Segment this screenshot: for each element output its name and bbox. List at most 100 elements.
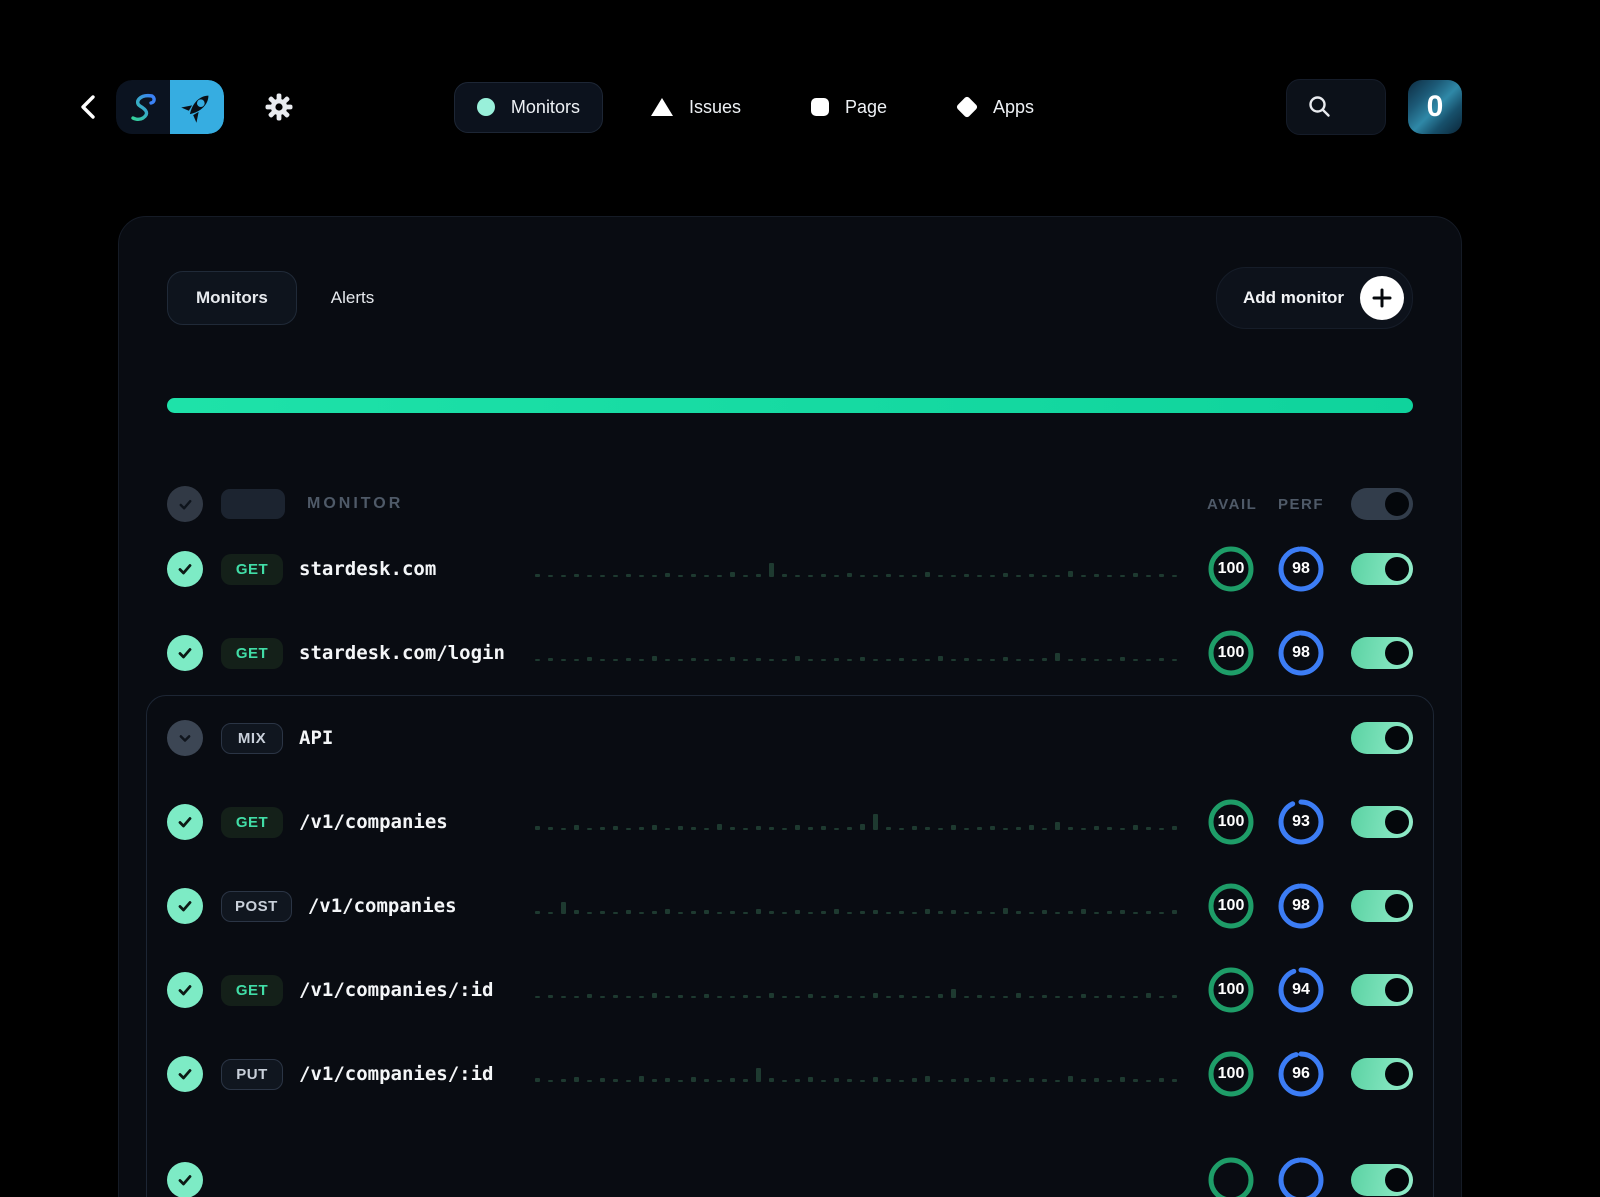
user-avatar[interactable]: 0 (1408, 80, 1462, 134)
score-rings: 100 93 (1207, 798, 1325, 846)
toggle-switch[interactable] (1351, 974, 1413, 1006)
navbar-right: 0 (1286, 79, 1462, 135)
avail-ring: 100 (1207, 545, 1255, 593)
ring-value: 98 (1277, 629, 1325, 677)
monitor-row[interactable]: PUT/v1/companies/:id10096 (167, 1032, 1413, 1116)
tab-monitors[interactable]: Monitors (167, 271, 297, 325)
status-check-icon (167, 972, 203, 1008)
toggle-switch[interactable] (1351, 890, 1413, 922)
tab-label: Alerts (331, 288, 374, 307)
app-root: Monitors Issues Page Apps (0, 0, 1600, 1197)
chevron-down-icon (175, 728, 195, 748)
search-button[interactable] (1286, 79, 1386, 135)
ring-value: 98 (1277, 882, 1325, 930)
rocket-icon (170, 80, 224, 134)
perf-ring: 93 (1277, 798, 1325, 846)
ring-value: 100 (1207, 629, 1255, 677)
monitor-column-label: MONITOR (307, 495, 403, 513)
toggle-knob (1385, 978, 1409, 1002)
group-monitor-rows: GET/v1/companies10093POST/v1/companies10… (167, 780, 1413, 1197)
apps-diamond-icon (956, 96, 979, 119)
ring-value: 94 (1277, 966, 1325, 1014)
toggle-knob (1385, 894, 1409, 918)
avail-ring: 100 (1207, 1050, 1255, 1098)
back-button[interactable] (72, 90, 106, 124)
settings-button[interactable] (262, 90, 296, 124)
table-header: MONITOR AVAIL PERF (167, 481, 1413, 527)
top-navbar: Monitors Issues Page Apps (0, 78, 1600, 136)
perf-ring: 98 (1277, 545, 1325, 593)
score-rings: 100 98 (1207, 545, 1325, 593)
status-check-icon (167, 888, 203, 924)
group-method-badge: MIX (221, 723, 283, 754)
score-rings: 100 98 (1207, 629, 1325, 677)
ring-value: 100 (1207, 798, 1255, 846)
uptime-progress-bar (167, 398, 1413, 413)
chevron-left-icon (76, 92, 102, 122)
avail-ring: 100 (1207, 798, 1255, 846)
score-rings (1207, 1156, 1325, 1197)
method-badge: POST (221, 891, 292, 922)
toggle-knob (1385, 557, 1409, 581)
ring-value: 100 (1207, 966, 1255, 1014)
toggle-switch[interactable] (1351, 1058, 1413, 1090)
status-check-icon (167, 635, 203, 671)
latency-sparkline (523, 1058, 1177, 1082)
toggle-knob (1385, 492, 1409, 516)
toggle-switch[interactable] (1351, 553, 1413, 585)
nav-item-label: Page (845, 97, 887, 118)
monitor-name: /v1/companies (308, 895, 457, 917)
add-monitor-button[interactable]: Add monitor (1216, 267, 1413, 329)
ring-value: 100 (1207, 1050, 1255, 1098)
latency-sparkline (487, 890, 1177, 914)
monitor-row[interactable]: GET/v1/companies10093 (167, 780, 1413, 864)
workspace-logo[interactable] (116, 80, 224, 134)
ring-value: 100 (1207, 882, 1255, 930)
monitor-group-api: MIX API GET/v1/companies10093POST/v1/com… (146, 695, 1434, 1197)
page-square-icon (811, 98, 829, 116)
status-check-icon (167, 1056, 203, 1092)
avail-ring: 100 (1207, 966, 1255, 1014)
tab-alerts[interactable]: Alerts (303, 272, 402, 324)
monitor-row[interactable]: GET/v1/companies/:id10094 (167, 948, 1413, 1032)
tab-label: Monitors (196, 288, 268, 307)
perf-ring: 98 (1277, 882, 1325, 930)
latency-sparkline (535, 637, 1177, 661)
primary-nav: Monitors Issues Page Apps (454, 82, 1056, 133)
ring-value: 100 (1207, 545, 1255, 593)
score-rings: 100 94 (1207, 966, 1325, 1014)
toggle-switch[interactable] (1351, 637, 1413, 669)
method-badge: GET (221, 638, 283, 669)
nav-item-apps[interactable]: Apps (935, 83, 1056, 132)
monitor-name: /v1/companies/:id (299, 979, 493, 1001)
nav-item-label: Apps (993, 97, 1034, 118)
perf-column-label: PERF (1277, 496, 1325, 513)
toggle-switch[interactable] (1351, 722, 1413, 754)
ring-value: 93 (1277, 798, 1325, 846)
collapse-group-button[interactable] (167, 720, 203, 756)
monitor-rows: GETstardesk.com10098GETstardesk.com/logi… (167, 527, 1413, 695)
nav-item-issues[interactable]: Issues (629, 83, 763, 132)
perf-ring: 98 (1277, 629, 1325, 677)
perf-ring: 96 (1277, 1050, 1325, 1098)
monitor-row[interactable]: GETstardesk.com10098 (167, 527, 1413, 611)
monitor-row[interactable]: GETstardesk.com/login10098 (167, 611, 1413, 695)
latency-sparkline (478, 806, 1177, 830)
monitor-row-partial[interactable] (167, 1138, 1413, 1197)
nav-item-page[interactable]: Page (789, 83, 909, 132)
group-name: API (299, 727, 333, 749)
plus-icon (1360, 276, 1404, 320)
perf-ring (1277, 1156, 1325, 1197)
toggle-knob (1385, 726, 1409, 750)
toggle-switch[interactable] (1351, 1164, 1413, 1196)
method-badge: GET (221, 554, 283, 585)
toggle-switch[interactable] (1351, 806, 1413, 838)
avail-column-label: AVAIL (1207, 496, 1255, 513)
monitor-row[interactable]: POST/v1/companies 100 98 (167, 864, 1413, 948)
status-check-icon (167, 551, 203, 587)
score-rings: 100 96 (1207, 1050, 1325, 1098)
select-all-check-icon[interactable] (167, 486, 203, 522)
group-header-row[interactable]: MIX API (167, 696, 1413, 780)
toggle-switch[interactable] (1351, 488, 1413, 520)
nav-item-monitors[interactable]: Monitors (454, 82, 603, 133)
